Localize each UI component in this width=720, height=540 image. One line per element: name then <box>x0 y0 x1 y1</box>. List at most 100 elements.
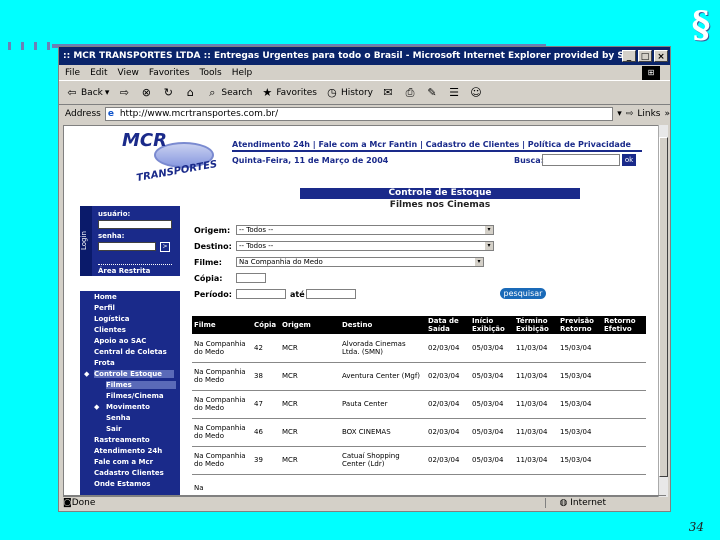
history-icon: ◷ <box>327 85 337 99</box>
periodo-start-input[interactable] <box>236 289 286 299</box>
close-icon[interactable]: × <box>654 50 668 62</box>
table-row[interactable]: Na Companhia do Medo 38 MCR Aventura Cen… <box>192 362 646 391</box>
maximize-icon[interactable]: □ <box>638 50 652 62</box>
history-button[interactable]: ◷ History <box>325 86 373 100</box>
user-input[interactable] <box>98 220 172 229</box>
nav-item-logistica[interactable]: Logística <box>94 315 129 323</box>
stop-button[interactable]: ⊗ <box>139 86 153 100</box>
nav-item-apoio-sac[interactable]: Apoio ao SAC <box>94 337 146 345</box>
pass-input[interactable] <box>98 242 156 251</box>
table-row[interactable]: Na Companhia do Medo 39 MCR Catuaí Shopp… <box>192 446 646 475</box>
nav-item-onde-estamos[interactable]: Onde Estamos <box>94 480 150 488</box>
menu-view[interactable]: View <box>118 68 139 78</box>
filme-select[interactable]: Na Companhia do Medo ▾ <box>236 257 484 267</box>
nav-item-clientes[interactable]: Clientes <box>94 326 126 334</box>
table-row[interactable]: Na Companhia do Medo 46 MCR BOX CINEMAS … <box>192 418 646 447</box>
favorites-button[interactable]: ★ Favorites <box>260 86 317 100</box>
busca-input[interactable] <box>542 154 620 166</box>
cell-termino: 11/03/04 <box>514 334 558 363</box>
nav-item-atendimento[interactable]: Atendimento 24h <box>94 447 162 455</box>
address-input[interactable]: http://www.mcrtransportes.com.br/ <box>104 107 614 121</box>
restricted-area-link[interactable]: Área Restrita <box>98 267 150 275</box>
home-icon: ⌂ <box>186 85 194 99</box>
cell-data-saida: 02/03/04 <box>426 418 470 447</box>
col-termino: Término Exibição <box>514 316 558 334</box>
chevron-down-icon: ▾ <box>485 242 493 250</box>
destino-select[interactable]: -- Todos -- ▾ <box>236 241 494 251</box>
login-go-button[interactable]: > <box>160 242 170 252</box>
nav-item-home[interactable]: Home <box>94 293 117 301</box>
nav-item-controle-estoque[interactable]: Controle Estoque <box>94 370 174 378</box>
minimize-icon[interactable]: _ <box>622 50 636 62</box>
messenger-button[interactable]: ☺ <box>469 86 483 100</box>
periodo-end-input[interactable] <box>306 289 356 299</box>
mail-icon: ✉ <box>383 85 393 99</box>
cell-retorno <box>602 390 646 419</box>
nav-item-movimento[interactable]: Movimento <box>106 403 150 411</box>
menu-help[interactable]: Help <box>232 68 253 78</box>
busca-button[interactable]: ok <box>622 154 636 166</box>
nav-item-filmes-cinema[interactable]: Filmes/Cinema <box>106 392 164 400</box>
col-data-saida: Data de Saída <box>426 316 470 334</box>
back-button[interactable]: ⇦ Back ▾ <box>65 86 109 100</box>
nav-item-sair[interactable]: Sair <box>106 425 122 433</box>
table-row[interactable]: Na Companhia do Medo 47 MCR Pauta Center… <box>192 390 646 419</box>
history-label: History <box>340 87 373 98</box>
page-title: Controle de Estoque <box>300 188 580 199</box>
pesquisar-button[interactable]: pesquisar <box>500 288 546 299</box>
menu-tools[interactable]: Tools <box>200 68 222 78</box>
forward-button[interactable]: ⇨ <box>117 86 131 100</box>
search-icon: ⌕ <box>209 85 216 99</box>
col-retorno: Retorno Efetivo <box>602 316 646 334</box>
refresh-icon: ↻ <box>163 85 173 99</box>
nav-item-central-coletas[interactable]: Central de Coletas <box>94 348 167 356</box>
discuss-button[interactable]: ☰ <box>447 86 461 100</box>
nav-item-filmes[interactable]: Filmes <box>106 381 176 389</box>
edit-icon: ✎ <box>427 85 437 99</box>
menu-file[interactable]: File <box>65 68 80 78</box>
nav-item-frota[interactable]: Frota <box>94 359 115 367</box>
chevron-down-icon: ▾ <box>485 226 493 234</box>
cell-filme: Na <box>192 474 252 496</box>
address-dropdown-icon[interactable]: ▾ <box>617 109 622 119</box>
slide-page-number: 34 <box>688 520 704 534</box>
top-links[interactable]: Atendimento 24h | Fale com a Mcr Fantin … <box>232 140 658 150</box>
vertical-scrollbar[interactable] <box>658 125 668 497</box>
links-label[interactable]: Links <box>637 109 660 119</box>
discuss-icon: ☰ <box>449 85 459 99</box>
links-chevron-icon[interactable]: » <box>664 109 670 119</box>
pass-label: senha: <box>98 232 125 240</box>
origem-select[interactable]: -- Todos -- ▾ <box>236 225 494 235</box>
menu-edit[interactable]: Edit <box>90 68 107 78</box>
nav-item-cadastro-clientes[interactable]: Cadastro Clientes <box>94 469 164 477</box>
cell-previsao: 15/03/04 <box>558 334 602 363</box>
nav-item-senha[interactable]: Senha <box>106 414 130 422</box>
site-logo-text: MCR <box>122 130 167 151</box>
nav-item-rastreamento[interactable]: Rastreamento <box>94 436 150 444</box>
nav-item-perfil[interactable]: Perfil <box>94 304 115 312</box>
table-row[interactable]: Na <box>192 474 646 496</box>
cell-copia: 38 <box>252 362 280 391</box>
mail-button[interactable]: ✉ <box>381 86 395 100</box>
col-previsao: Previsão Retorno <box>558 316 602 334</box>
menu-favorites[interactable]: Favorites <box>149 68 190 78</box>
home-button[interactable]: ⌂ <box>183 86 197 100</box>
chevron-down-icon: ▾ <box>475 258 483 266</box>
cell-previsao: 15/03/04 <box>558 446 602 475</box>
stock-table: Filme Cópia Origem Destino Data de Saída… <box>192 316 646 496</box>
copia-input[interactable] <box>236 273 266 283</box>
nav-item-fale-mcr[interactable]: Fale com a Mcr <box>94 458 153 466</box>
print-button[interactable]: ⎙ <box>403 86 417 100</box>
stop-icon: ⊗ <box>141 85 151 99</box>
go-icon[interactable]: ⇨ <box>626 109 634 119</box>
edit-button[interactable]: ✎ <box>425 86 439 100</box>
refresh-button[interactable]: ↻ <box>161 86 175 100</box>
scrollbar-thumb[interactable] <box>659 137 668 477</box>
cell-data-saida: 02/03/04 <box>426 390 470 419</box>
cell-destino: Aventura Center (Mgf) <box>340 362 426 391</box>
table-row[interactable]: Na Companhia do Medo 42 MCR Alvorada Cin… <box>192 334 646 363</box>
cell-retorno <box>602 334 646 363</box>
status-zone: ◍ Internet <box>544 497 666 508</box>
cell-inicio: 05/03/04 <box>470 446 514 475</box>
search-button[interactable]: ⌕ Search <box>205 86 252 100</box>
